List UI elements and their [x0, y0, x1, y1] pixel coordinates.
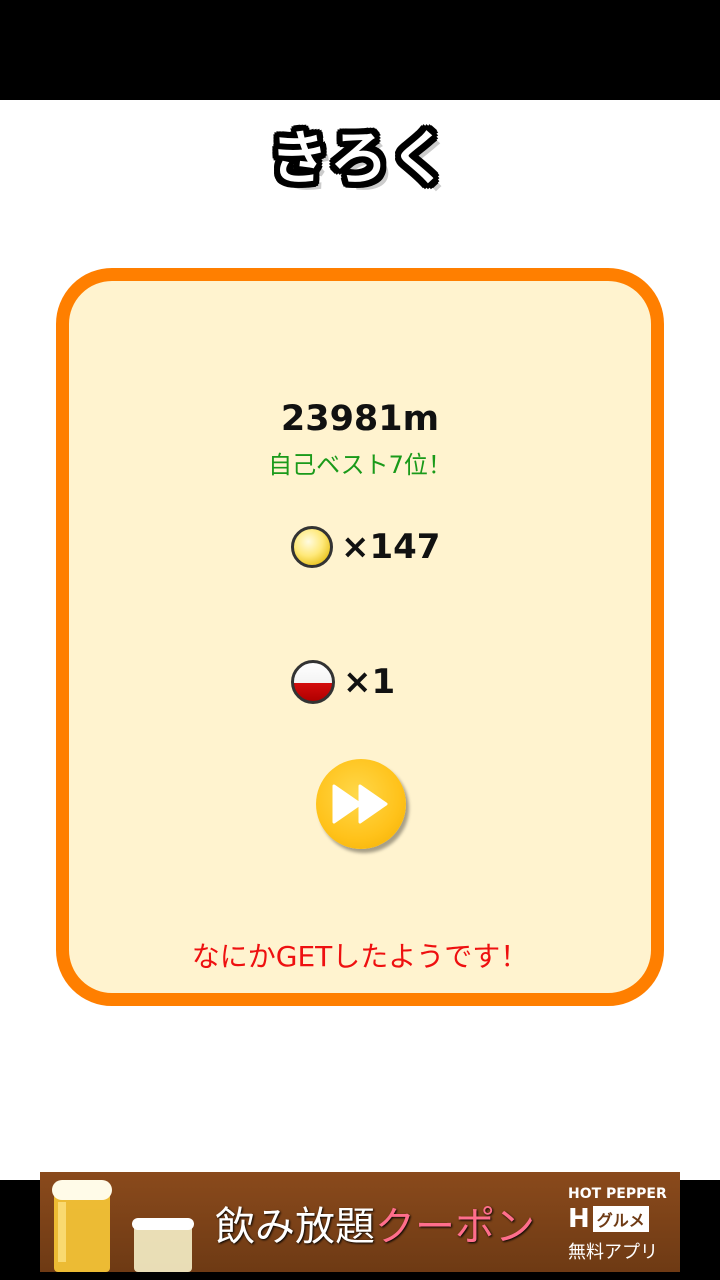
coin-count: ×147 — [341, 527, 441, 567]
next-button[interactable] — [316, 759, 406, 849]
ad-headline-part2: クーポン — [375, 1204, 535, 1250]
beer-glass-icon — [52, 1180, 194, 1272]
distance-value: 23981m — [280, 399, 440, 439]
coin-icon — [291, 526, 333, 568]
result-panel: 23981m 自己ベスト7位！ ×147 ×1 なにかGETしたようです！ — [56, 268, 664, 1006]
capsule-count: ×1 — [343, 662, 396, 702]
got-item-message: なにかGETしたようです！ — [191, 940, 529, 973]
best-rank-text: 自己ベスト7位！ — [268, 451, 452, 479]
ad-brand-top: HOT PEPPER — [568, 1186, 667, 1202]
capsule-count-row: ×1 — [291, 654, 395, 710]
page-title: きろく — [269, 124, 450, 192]
ad-headline-part1: 飲み放題 — [215, 1204, 375, 1250]
status-bar — [0, 0, 720, 100]
ad-brand-logo: H グルメ — [568, 1206, 649, 1232]
fast-forward-icon — [332, 784, 388, 824]
ad-brand-bottom: 無料アプリ — [568, 1242, 658, 1263]
capsule-icon — [291, 660, 335, 704]
coin-count-row: ×147 — [291, 519, 440, 575]
ad-brand-gourmet: グルメ — [592, 1206, 649, 1232]
ad-banner[interactable]: 飲み放題クーポン HOT PEPPER H グルメ 無料アプリ — [40, 1172, 680, 1272]
ad-headline: 飲み放題クーポン — [215, 1194, 535, 1252]
title-area: きろく — [0, 118, 720, 198]
ad-brand-h: H — [568, 1204, 590, 1234]
